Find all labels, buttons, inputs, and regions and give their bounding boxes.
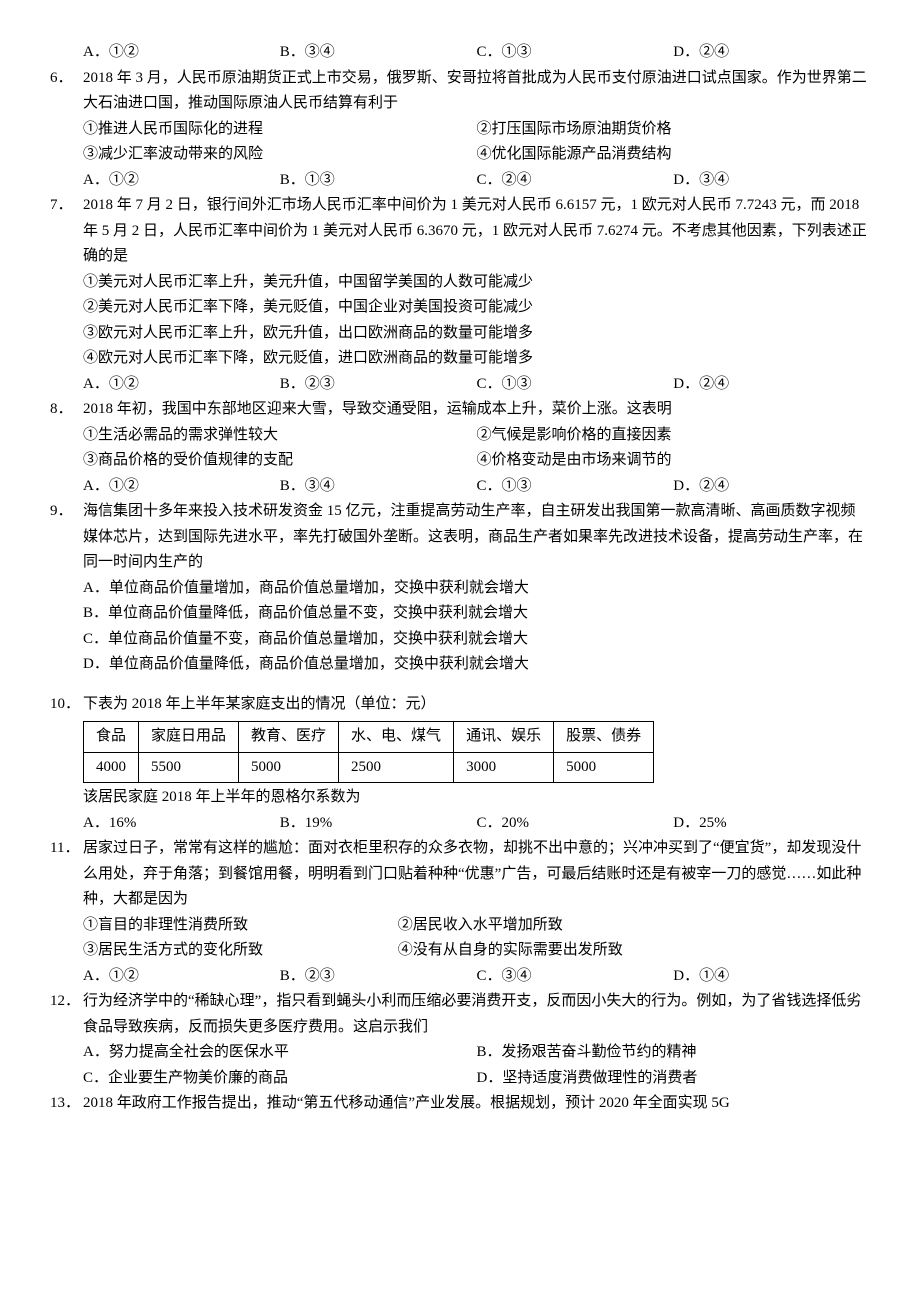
q10-option-c: C．20% xyxy=(477,811,674,837)
q9-option-b: B．单位商品价值量降低，商品价值总量不变，交换中获利就会增大 xyxy=(83,601,870,627)
q6-number: 6． xyxy=(50,66,83,194)
q8-option-b: B．③④ xyxy=(280,474,477,500)
q10-stem: 下表为 2018 年上半年某家庭支出的情况（单位：元） xyxy=(83,692,870,718)
q8-circle-1: ①生活必需品的需求弹性较大 xyxy=(83,423,477,449)
q9-option-d: D．单位商品价值量降低，商品价值总量增加，交换中获利就会增大 xyxy=(83,652,870,678)
q10-h2: 家庭日用品 xyxy=(139,722,239,753)
table-row: 4000 5500 5000 2500 3000 5000 xyxy=(84,752,654,783)
q10: 10． 下表为 2018 年上半年某家庭支出的情况（单位：元） 食品 家庭日用品… xyxy=(50,692,870,837)
q13-number: 13． xyxy=(50,1091,83,1117)
q8-circle-4: ④价格变动是由市场来调节的 xyxy=(477,448,871,474)
q11-stem: 居家过日子，常常有这样的尴尬：面对衣柜里积存的众多衣物，却挑不出中意的；兴冲冲买… xyxy=(83,836,870,913)
q5-option-a: A．①② xyxy=(83,40,280,66)
q12: 12． 行为经济学中的“稀缺心理”，指只看到蝇头小利而压缩必要消费开支，反而因小… xyxy=(50,989,870,1091)
q9: 9． 海信集团十多年来投入技术研发资金 15 亿元，注重提高劳动生产率，自主研发… xyxy=(50,499,870,678)
q6-stem: 2018 年 3 月，人民币原油期货正式上市交易，俄罗斯、安哥拉将首批成为人民币… xyxy=(83,66,870,117)
q6-circle-3: ③减少汇率波动带来的风险 xyxy=(83,142,477,168)
q7-option-c: C．①③ xyxy=(477,372,674,398)
q6-option-c: C．②④ xyxy=(477,168,674,194)
q7-option-b: B．②③ xyxy=(280,372,477,398)
q7-option-d: D．②④ xyxy=(673,372,870,398)
q10-v5: 3000 xyxy=(454,752,554,783)
q8-circle-2: ②气候是影响价格的直接因素 xyxy=(477,423,871,449)
q10-subtext: 该居民家庭 2018 年上半年的恩格尔系数为 xyxy=(83,785,870,811)
q13: 13． 2018 年政府工作报告提出，推动“第五代移动通信”产业发展。根据规划，… xyxy=(50,1091,870,1117)
q10-v3: 5000 xyxy=(239,752,339,783)
q8-option-c: C．①③ xyxy=(477,474,674,500)
q5-option-c: C．①③ xyxy=(477,40,674,66)
q9-option-a: A．单位商品价值量增加，商品价值总量增加，交换中获利就会增大 xyxy=(83,576,870,602)
q7-number: 7． xyxy=(50,193,83,397)
page: A．①② B．③④ C．①③ D．②④ 6． 2018 年 3 月，人民币原油期… xyxy=(20,40,900,1117)
q11-circle-1: ①盲目的非理性消费所致 xyxy=(83,913,398,939)
q8-circle-3: ③商品价格的受价值规律的支配 xyxy=(83,448,477,474)
q7: 7． 2018 年 7 月 2 日，银行间外汇市场人民币汇率中间价为 1 美元对… xyxy=(50,193,870,397)
q5-options: A．①② B．③④ C．①③ D．②④ xyxy=(50,40,870,66)
q5-option-b: B．③④ xyxy=(280,40,477,66)
q8-option-d: D．②④ xyxy=(673,474,870,500)
q12-option-d: D．坚持适度消费做理性的消费者 xyxy=(477,1066,871,1092)
q12-option-b: B．发扬艰苦奋斗勤俭节约的精神 xyxy=(477,1040,871,1066)
q11: 11． 居家过日子，常常有这样的尴尬：面对衣柜里积存的众多衣物，却挑不出中意的；… xyxy=(50,836,870,989)
q10-option-a: A．16% xyxy=(83,811,280,837)
q12-option-c: C．企业要生产物美价廉的商品 xyxy=(83,1066,477,1092)
q11-circle-3: ③居民生活方式的变化所致 xyxy=(83,938,398,964)
q10-h3: 教育、医疗 xyxy=(239,722,339,753)
q10-v6: 5000 xyxy=(554,752,654,783)
q7-circle-2: ②美元对人民币汇率下降，美元贬值，中国企业对美国投资可能减少 xyxy=(83,295,870,321)
q9-stem: 海信集团十多年来投入技术研发资金 15 亿元，注重提高劳动生产率，自主研发出我国… xyxy=(83,499,870,576)
q10-option-d: D．25% xyxy=(673,811,870,837)
q11-option-a: A．①② xyxy=(83,964,280,990)
q10-number: 10． xyxy=(50,692,83,837)
table-row: 食品 家庭日用品 教育、医疗 水、电、煤气 通讯、娱乐 股票、债券 xyxy=(84,722,654,753)
q11-option-d: D．①④ xyxy=(673,964,870,990)
q7-circle-4: ④欧元对人民币汇率下降，欧元贬值，进口欧洲商品的数量可能增多 xyxy=(83,346,870,372)
q12-number: 12． xyxy=(50,989,83,1091)
q6-option-d: D．③④ xyxy=(673,168,870,194)
q5-option-d: D．②④ xyxy=(673,40,870,66)
q12-option-a: A．努力提高全社会的医保水平 xyxy=(83,1040,477,1066)
q10-h4: 水、电、煤气 xyxy=(339,722,454,753)
q9-option-c: C．单位商品价值量不变，商品价值总量增加，交换中获利就会增大 xyxy=(83,627,870,653)
q7-option-a: A．①② xyxy=(83,372,280,398)
q11-option-c: C．③④ xyxy=(477,964,674,990)
q6-circle-4: ④优化国际能源产品消费结构 xyxy=(477,142,871,168)
q8-number: 8． xyxy=(50,397,83,499)
q8-option-a: A．①② xyxy=(83,474,280,500)
q7-circle-3: ③欧元对人民币汇率上升，欧元升值，出口欧洲商品的数量可能增多 xyxy=(83,321,870,347)
q11-circle-2: ②居民收入水平增加所致 xyxy=(398,913,870,939)
q7-circle-1: ①美元对人民币汇率上升，美元升值，中国留学美国的人数可能减少 xyxy=(83,270,870,296)
q12-stem: 行为经济学中的“稀缺心理”，指只看到蝇头小利而压缩必要消费开支，反而因小失大的行… xyxy=(83,989,870,1040)
q10-v2: 5500 xyxy=(139,752,239,783)
q11-option-b: B．②③ xyxy=(280,964,477,990)
q6-option-b: B．①③ xyxy=(280,168,477,194)
q7-stem: 2018 年 7 月 2 日，银行间外汇市场人民币汇率中间价为 1 美元对人民币… xyxy=(83,193,870,270)
q6: 6． 2018 年 3 月，人民币原油期货正式上市交易，俄罗斯、安哥拉将首批成为… xyxy=(50,66,870,194)
q13-stem: 2018 年政府工作报告提出，推动“第五代移动通信”产业发展。根据规划，预计 2… xyxy=(83,1091,870,1117)
q9-number: 9． xyxy=(50,499,83,678)
q10-h1: 食品 xyxy=(84,722,139,753)
q6-option-a: A．①② xyxy=(83,168,280,194)
q10-h5: 通讯、娱乐 xyxy=(454,722,554,753)
q10-h6: 股票、债券 xyxy=(554,722,654,753)
q10-option-b: B．19% xyxy=(280,811,477,837)
q6-circle-1: ①推进人民币国际化的进程 xyxy=(83,117,477,143)
q11-number: 11． xyxy=(50,836,83,989)
q10-v4: 2500 xyxy=(339,752,454,783)
q11-circle-4: ④没有从自身的实际需要出发所致 xyxy=(398,938,870,964)
q8: 8． 2018 年初，我国中东部地区迎来大雪，导致交通受阻，运输成本上升，菜价上… xyxy=(50,397,870,499)
q8-stem: 2018 年初，我国中东部地区迎来大雪，导致交通受阻，运输成本上升，菜价上涨。这… xyxy=(83,397,870,423)
q10-table: 食品 家庭日用品 教育、医疗 水、电、煤气 通讯、娱乐 股票、债券 4000 5… xyxy=(83,721,654,783)
q10-v1: 4000 xyxy=(84,752,139,783)
q6-circle-2: ②打压国际市场原油期货价格 xyxy=(477,117,871,143)
